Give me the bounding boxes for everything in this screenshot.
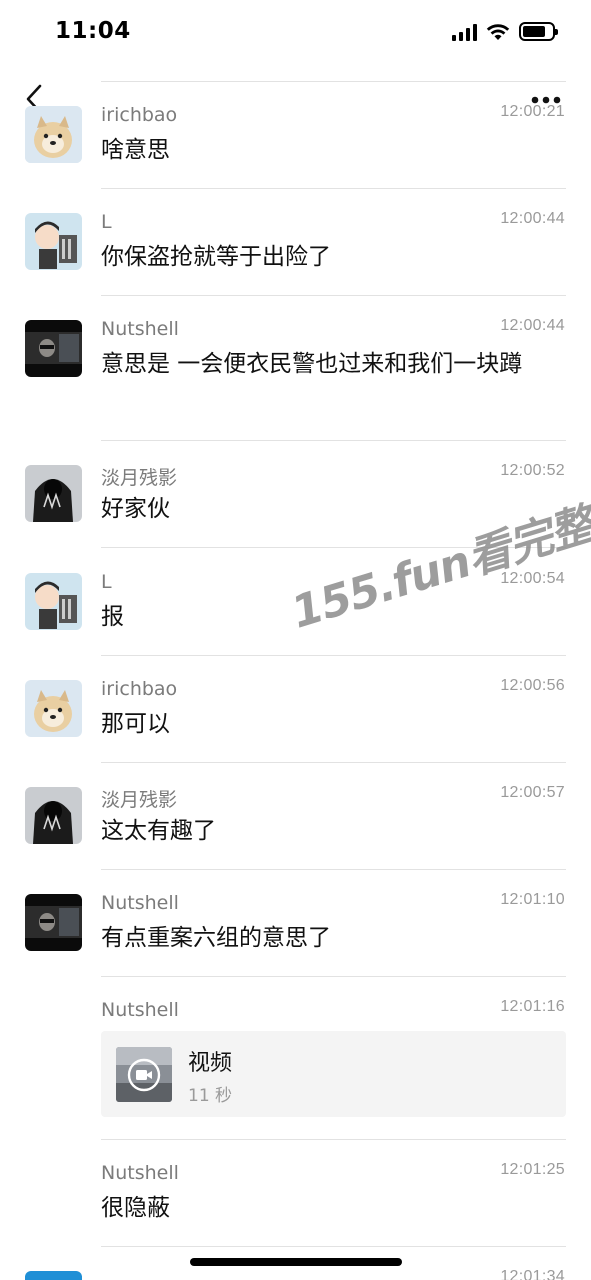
- video-title: 视频: [188, 1051, 233, 1076]
- avatar[interactable]: [25, 213, 82, 270]
- avatar[interactable]: [25, 680, 82, 737]
- message-time: 12:00:52: [500, 462, 565, 479]
- sender-name: irichbao: [101, 104, 178, 126]
- sender-name: Nutshell: [101, 892, 179, 914]
- divider: [101, 1139, 566, 1140]
- message-time: 12:00:44: [500, 210, 565, 227]
- avatar[interactable]: [25, 465, 82, 522]
- avatar[interactable]: [25, 573, 82, 630]
- message-item[interactable]: irichbao 12:00:56 那可以: [0, 655, 591, 762]
- message-text: 意思是 一会便衣民警也过来和我们一块蹲: [101, 351, 523, 377]
- sender-name: irichbao: [101, 678, 178, 700]
- video-card[interactable]: 视频 11 秒: [101, 1031, 566, 1117]
- avatar[interactable]: [25, 320, 82, 377]
- avatar[interactable]: [25, 894, 82, 951]
- sender-name: L: [101, 211, 112, 233]
- cellular-signal-icon: [452, 23, 477, 41]
- divider: [101, 869, 566, 870]
- message-text: 你保盗抢就等于出险了: [101, 244, 331, 270]
- sender-name: 淡月残影: [101, 467, 178, 489]
- home-indicator[interactable]: [190, 1258, 402, 1266]
- message-text: 很隐蔽: [101, 1195, 170, 1221]
- status-bar: 11:04: [0, 0, 591, 66]
- message-time: 12:00:57: [500, 784, 565, 801]
- message-time: 12:01:34: [500, 1268, 565, 1280]
- message-time: 12:01:16: [500, 998, 565, 1015]
- wifi-icon: [486, 23, 510, 40]
- avatar[interactable]: [25, 106, 82, 163]
- sender-name: 淡月残影: [101, 789, 178, 811]
- sender-name: Nutshell: [101, 999, 179, 1021]
- divider: [101, 188, 566, 189]
- battery-icon: [519, 22, 558, 41]
- message-time: 12:01:25: [500, 1161, 565, 1178]
- divider: [101, 440, 566, 441]
- divider: [101, 1246, 566, 1247]
- avatar[interactable]: [25, 1271, 82, 1280]
- status-time: 11:04: [55, 18, 131, 44]
- message-time: 12:01:10: [500, 891, 565, 908]
- message-item[interactable]: L 12:00:44 你保盗抢就等于出险了: [0, 188, 591, 295]
- video-duration: 11 秒: [188, 1086, 233, 1106]
- message-item[interactable]: Nutshell 12:00:44 意思是 一会便衣民警也过来和我们一块蹲: [0, 295, 591, 440]
- message-time: 12:00:21: [500, 103, 565, 120]
- message-text: 这太有趣了: [101, 818, 216, 844]
- divider: [101, 655, 566, 656]
- video-thumbnail: [116, 1047, 172, 1102]
- avatar[interactable]: [25, 787, 82, 844]
- message-text: 那可以: [101, 711, 170, 737]
- message-item[interactable]: 淡月残影 12:00:57 这太有趣了: [0, 762, 591, 869]
- message-time: 12:00:44: [500, 317, 565, 334]
- message-text: 有点重案六组的意思了: [101, 925, 331, 951]
- message-item[interactable]: Nutshell 12:01:16 视频 11 秒: [0, 976, 591, 1139]
- divider: [101, 81, 566, 82]
- message-item[interactable]: irichbao 12:00:21 啥意思: [0, 80, 591, 188]
- divider: [101, 295, 566, 296]
- sender-name: Nutshell: [101, 1162, 179, 1184]
- message-item[interactable]: Nutshell 12:01:25 很隐蔽: [0, 1139, 591, 1246]
- divider: [101, 976, 566, 977]
- message-time: 12:00:56: [500, 677, 565, 694]
- status-icons: [452, 22, 558, 41]
- message-item[interactable]: Nutshell 12:01:10 有点重案六组的意思了: [0, 869, 591, 976]
- sender-name: Nutshell: [101, 318, 179, 340]
- divider: [101, 762, 566, 763]
- sender-name: L: [101, 571, 112, 593]
- message-text: 啥意思: [101, 137, 170, 163]
